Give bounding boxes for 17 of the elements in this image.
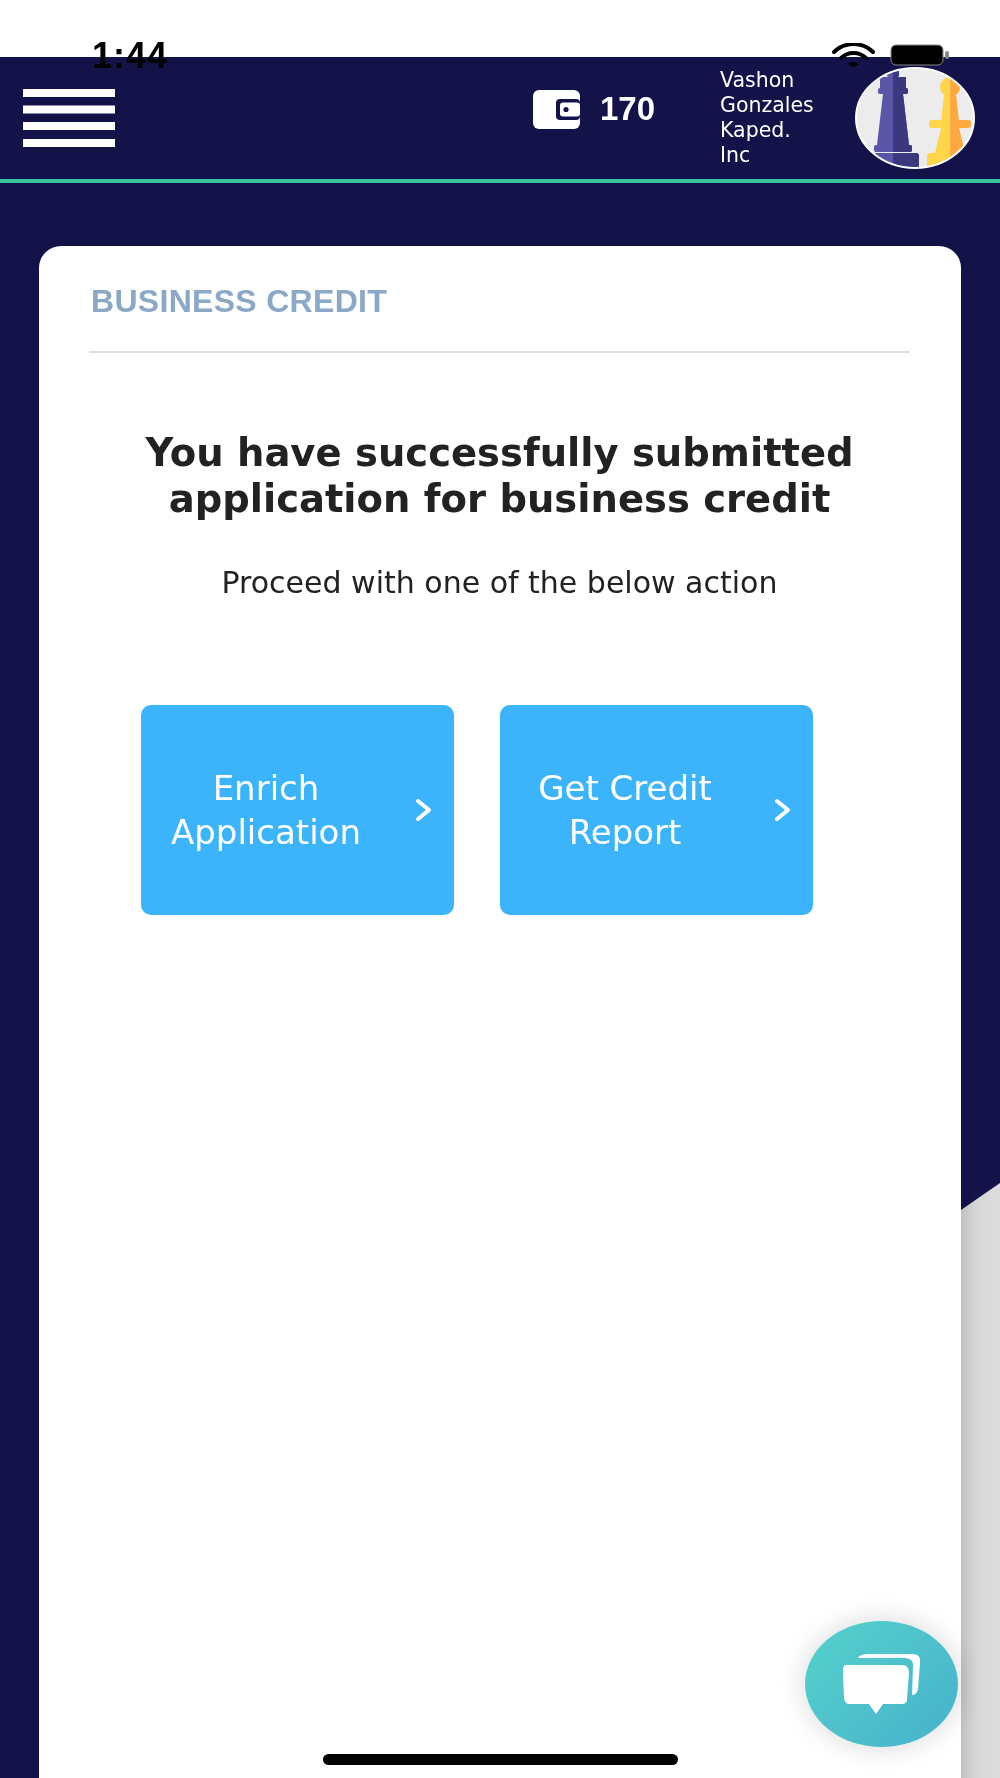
wifi-icon [832, 43, 875, 67]
action-button[interactable]: Enrich Application [141, 705, 454, 915]
instruction-text: Proceed with one of the below action [220, 565, 779, 601]
status-time: 1:44 [92, 38, 169, 74]
card-title: BUSINESS CREDIT [90, 282, 389, 320]
menu-icon [23, 89, 115, 147]
wallet-balance: 170 [599, 91, 655, 127]
success-message: You have successfully submitted application for business credit [144, 430, 855, 522]
wallet-icon [532, 89, 580, 129]
chevron-icon [774, 798, 792, 822]
action-button[interactable]: Get Credit Report [500, 705, 813, 915]
chess-avatar-icon[interactable] [855, 67, 975, 169]
menu-button[interactable] [23, 89, 115, 147]
chevron-icon [415, 798, 433, 822]
account-name: Vashon Gonzales Kaped. Inc [720, 68, 815, 168]
chat-icon [841, 1652, 922, 1716]
battery-icon [890, 44, 950, 66]
